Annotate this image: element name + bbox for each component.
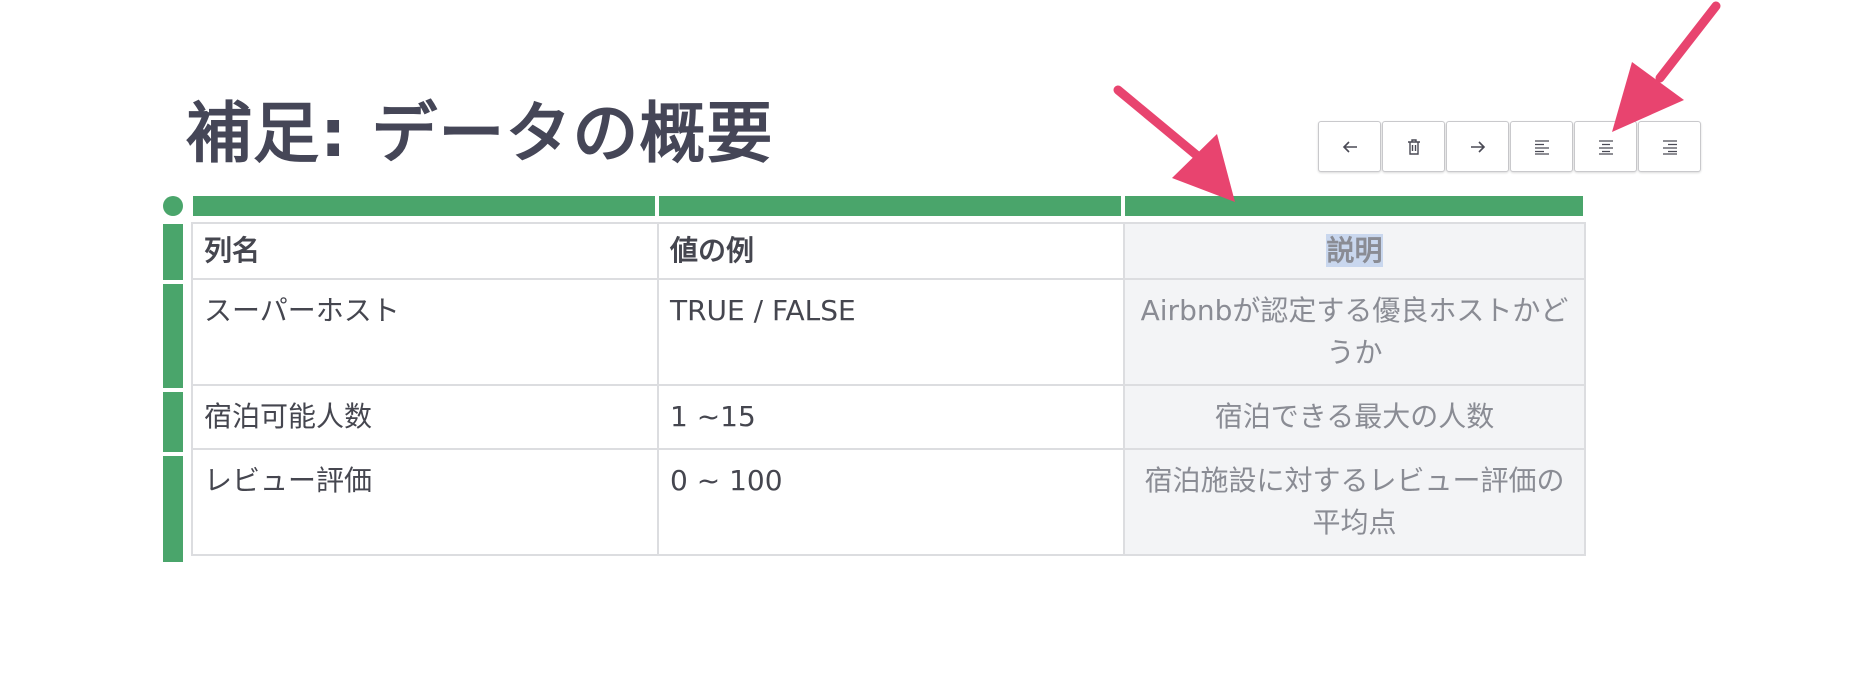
move-column-right-button[interactable] bbox=[1446, 121, 1509, 172]
table-row: 宿泊可能人数 1 ~15 宿泊できる最大の人数 bbox=[191, 384, 1586, 450]
table-cell[interactable]: レビュー評価 bbox=[191, 448, 659, 556]
align-center-button[interactable] bbox=[1574, 121, 1637, 172]
table-row: レビュー評価 0 ~ 100 宿泊施設に対するレビュー評価の平均点 bbox=[191, 448, 1586, 556]
column-handle-2[interactable] bbox=[659, 196, 1121, 216]
row-handle-2[interactable] bbox=[163, 392, 183, 452]
header-cell-description[interactable]: 説明 bbox=[1123, 222, 1586, 280]
arrow-right-icon bbox=[1470, 140, 1485, 153]
data-table: 列名 値の例 説明 スーパーホスト TRUE / FALSE Airbnbが認定… bbox=[191, 222, 1586, 556]
table-cell[interactable]: TRUE / FALSE bbox=[657, 278, 1125, 386]
trash-icon bbox=[1407, 138, 1420, 155]
table-row: スーパーホスト TRUE / FALSE Airbnbが認定する優良ホストかどう… bbox=[191, 278, 1586, 386]
row-handle-header[interactable] bbox=[163, 224, 183, 280]
table-cell[interactable]: 宿泊可能人数 bbox=[191, 384, 659, 450]
table-cell[interactable]: Airbnbが認定する優良ホストかどうか bbox=[1123, 278, 1586, 386]
table-cell[interactable]: 宿泊施設に対するレビュー評価の平均点 bbox=[1123, 448, 1586, 556]
align-center-icon bbox=[1598, 139, 1613, 155]
arrow-left-icon bbox=[1342, 140, 1357, 153]
align-left-icon bbox=[1534, 139, 1549, 155]
align-left-button[interactable] bbox=[1510, 121, 1573, 172]
table-toolbar bbox=[1318, 121, 1702, 172]
table-cell[interactable]: 1 ~15 bbox=[657, 384, 1125, 450]
move-column-left-button[interactable] bbox=[1318, 121, 1381, 172]
align-right-icon bbox=[1662, 139, 1677, 155]
annotation-arrow-align-center bbox=[1612, 1, 1721, 132]
table-header-row: 列名 値の例 説明 bbox=[191, 222, 1586, 280]
header-cell-example-value[interactable]: 値の例 bbox=[657, 222, 1125, 280]
table-cell[interactable]: スーパーホスト bbox=[191, 278, 659, 386]
row-handle-3[interactable] bbox=[163, 456, 183, 562]
table-cell[interactable]: 宿泊できる最大の人数 bbox=[1123, 384, 1586, 450]
page-title: 補足: データの概要 bbox=[186, 95, 774, 172]
header-cell-column-name[interactable]: 列名 bbox=[191, 222, 659, 280]
delete-column-button[interactable] bbox=[1382, 121, 1445, 172]
select-table-handle[interactable] bbox=[163, 196, 183, 216]
selected-header-text: 説明 bbox=[1326, 234, 1383, 267]
column-handle-3[interactable] bbox=[1125, 196, 1583, 216]
row-handle-1[interactable] bbox=[163, 284, 183, 388]
annotation-arrow-column bbox=[1113, 85, 1235, 202]
column-handle-1[interactable] bbox=[193, 196, 655, 216]
align-right-button[interactable] bbox=[1638, 121, 1701, 172]
table-cell[interactable]: 0 ~ 100 bbox=[657, 448, 1125, 556]
